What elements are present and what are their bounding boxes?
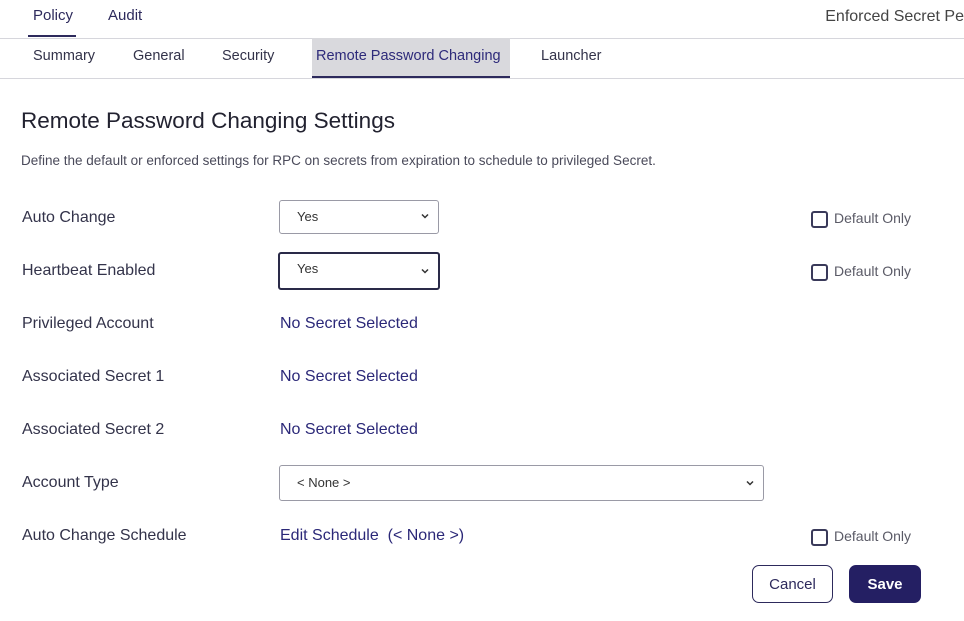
- heartbeat-value: Yes: [297, 261, 319, 276]
- tab-security[interactable]: Security: [222, 38, 274, 78]
- default-only-label: Default Only: [834, 528, 912, 544]
- tab-policy[interactable]: Policy: [33, 7, 73, 24]
- associated-secret-2-label: Associated Secret 2: [22, 421, 165, 438]
- save-button[interactable]: Save: [849, 565, 921, 603]
- cancel-button[interactable]: Cancel: [752, 565, 833, 603]
- associated-secret-1-link[interactable]: No Secret Selected: [280, 368, 418, 386]
- chevron-down-icon: [421, 268, 429, 274]
- tab-remote-password-changing[interactable]: Remote Password Changing: [312, 38, 510, 78]
- tab-audit[interactable]: Audit: [108, 7, 142, 24]
- default-only-label: Default Only: [834, 263, 912, 279]
- active-tab-indicator: [28, 35, 76, 37]
- top-tab-bar: Policy Audit Enforced Secret Pe: [0, 0, 964, 39]
- auto-change-select[interactable]: Yes: [279, 200, 439, 234]
- account-type-label: Account Type: [22, 474, 119, 491]
- checkbox-icon[interactable]: [811, 529, 828, 546]
- chevron-down-icon: [746, 480, 754, 486]
- tab-general[interactable]: General: [133, 38, 185, 78]
- tab-launcher[interactable]: Launcher: [541, 38, 601, 78]
- chevron-down-icon: [421, 213, 429, 219]
- section-description: Define the default or enforced settings …: [21, 153, 656, 168]
- sub-tab-bar: Summary General Security Remote Password…: [0, 38, 964, 79]
- auto-change-schedule-label: Auto Change Schedule: [22, 527, 187, 544]
- auto-change-label: Auto Change: [22, 209, 116, 226]
- privileged-account-link[interactable]: No Secret Selected: [280, 315, 418, 333]
- auto-change-value: Yes: [297, 209, 319, 224]
- checkbox-icon[interactable]: [811, 211, 828, 228]
- checkbox-icon[interactable]: [811, 264, 828, 281]
- heartbeat-label: Heartbeat Enabled: [22, 262, 156, 279]
- associated-secret-1-label: Associated Secret 1: [22, 368, 165, 385]
- heartbeat-select[interactable]: Yes: [278, 252, 440, 290]
- page-heading: Enforced Secret Pe: [825, 8, 964, 25]
- associated-secret-2-link[interactable]: No Secret Selected: [280, 421, 418, 439]
- account-type-value: < None >: [297, 475, 351, 490]
- default-only-label: Default Only: [834, 210, 912, 226]
- section-title: Remote Password Changing Settings: [21, 108, 395, 133]
- privileged-account-label: Privileged Account: [22, 315, 154, 332]
- account-type-select[interactable]: < None >: [279, 465, 764, 501]
- tab-summary[interactable]: Summary: [33, 38, 95, 78]
- edit-schedule-link[interactable]: Edit Schedule (< None >): [280, 527, 464, 545]
